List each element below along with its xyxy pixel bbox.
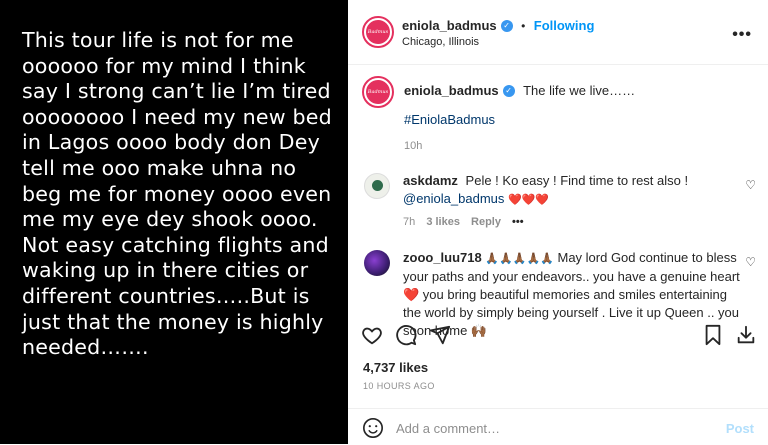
comment-bubble-icon[interactable] (395, 324, 417, 346)
hashtag-link[interactable]: #EniolaBadmus (404, 112, 495, 127)
post-timestamp: 10 HOURS AGO (363, 381, 435, 391)
story-panel: This tour life is not for me oooooo for … (0, 0, 348, 444)
commenter-avatar[interactable] (364, 173, 390, 199)
caption-avatar[interactable]: Badmus (362, 76, 394, 108)
prayer-emoji: 🙏🏾🙏🏾🙏🏾🙏🏾🙏🏾 (485, 253, 554, 265)
comment-item: askdamz Pele ! Ko easy ! Find time to re… (403, 172, 748, 209)
story-text: This tour life is not for me oooooo for … (22, 28, 332, 360)
caption: eniola_badmus ✓ The life we live…… (404, 82, 635, 100)
following-button[interactable]: Following (534, 18, 595, 33)
logo-icon: Badmus (366, 80, 390, 104)
post-comment-button[interactable]: Post (726, 421, 754, 436)
comment-text: Pele ! Ko easy ! Find time to rest also … (465, 173, 689, 188)
caption-age: 10h (404, 140, 423, 152)
emoji-icon[interactable] (362, 417, 384, 439)
verified-icon: ✓ (500, 19, 513, 32)
commenter-avatar[interactable] (364, 250, 390, 276)
comment-input[interactable]: Add a comment… (396, 421, 500, 436)
logo-icon: Badmus (366, 20, 390, 44)
post-header: Badmus eniola_badmus ✓ • Following Chicag… (348, 0, 768, 65)
location-link[interactable]: Chicago, Illinois (402, 36, 479, 48)
username-link[interactable]: eniola_badmus (402, 18, 497, 33)
post-panel: Badmus eniola_badmus ✓ • Following Chicag… (348, 0, 768, 444)
heart-emoji: ❤️❤️❤️ (508, 194, 550, 206)
comment-more-icon[interactable]: ••• (512, 216, 524, 228)
caption-username[interactable]: eniola_badmus (404, 83, 499, 98)
add-comment-bar: Add a comment… Post (348, 408, 768, 445)
share-icon[interactable] (429, 324, 451, 346)
like-heart-icon[interactable] (361, 324, 383, 346)
header-title-row: eniola_badmus ✓ • Following (402, 17, 594, 35)
comment-likes[interactable]: 3 likes (426, 216, 460, 228)
download-icon[interactable] (735, 324, 757, 346)
reply-button[interactable]: Reply (471, 216, 501, 228)
like-comment-heart-icon[interactable]: ♡ (745, 178, 756, 192)
more-options-icon[interactable]: ••• (732, 26, 752, 44)
bookmark-icon[interactable] (703, 324, 723, 346)
comment-username[interactable]: askdamz (403, 173, 458, 188)
likes-count[interactable]: 4,737 likes (363, 360, 428, 375)
mention-link[interactable]: @eniola_badmus (403, 191, 504, 206)
verified-icon: ✓ (502, 84, 515, 97)
avatar-figure-icon (372, 180, 383, 191)
comment-age: 7h (403, 216, 416, 228)
avatar[interactable]: Badmus (362, 16, 394, 48)
separator-dot: • (521, 19, 526, 33)
like-comment-heart-icon[interactable]: ♡ (745, 255, 756, 269)
caption-text: The life we live…… (523, 83, 636, 98)
action-bar (348, 320, 768, 350)
comment-meta: 7h 3 likes Reply ••• (403, 216, 524, 228)
comment-username[interactable]: zooo_luu718 (403, 250, 482, 265)
